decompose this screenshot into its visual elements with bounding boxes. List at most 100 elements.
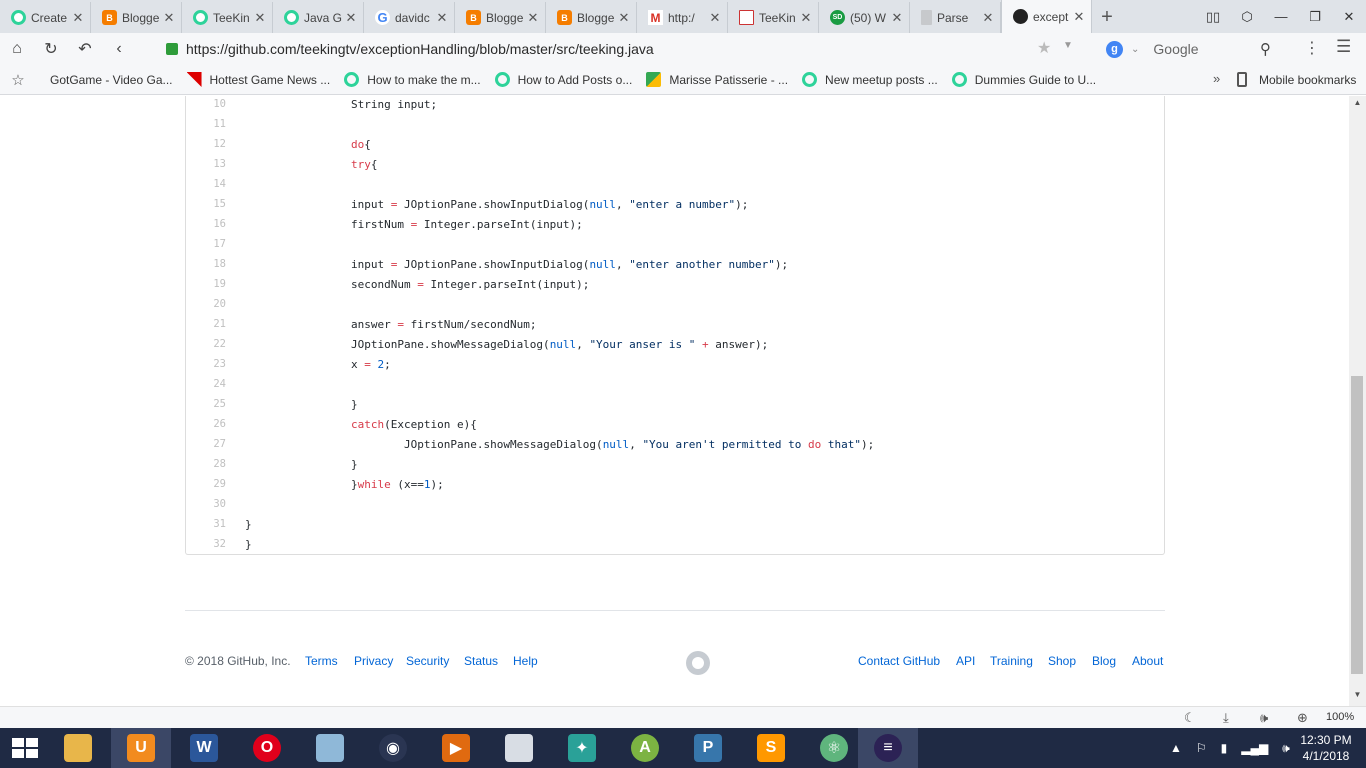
tray-volume-icon[interactable]: 🕪 xyxy=(1282,741,1290,756)
bookmark-item[interactable]: How to Add Posts o... xyxy=(494,72,632,87)
footer-link-status[interactable]: Status xyxy=(464,654,498,668)
bookmark-item[interactable]: Dummies Guide to U... xyxy=(951,72,1096,87)
undo-icon[interactable]: ↶ xyxy=(68,39,102,59)
taskbar-media[interactable]: ◉ xyxy=(363,728,423,768)
close-window-button[interactable]: ✕ xyxy=(1332,9,1366,25)
bookmark-star-icon[interactable]: ★ xyxy=(1037,38,1051,58)
tray-signal-icon[interactable]: ▂▄▆ xyxy=(1241,741,1268,755)
footer-link-security[interactable]: Security xyxy=(406,654,449,668)
close-tab-icon[interactable]: ✕ xyxy=(254,10,266,26)
browser-tab[interactable]: TeeKin ✕ xyxy=(182,2,273,33)
taskbar-app[interactable] xyxy=(300,728,360,768)
download-icon[interactable]: ⤓ xyxy=(1223,710,1229,726)
split-view-icon[interactable]: ▯▯ xyxy=(1196,9,1230,25)
line-number[interactable]: 10 xyxy=(186,98,226,110)
line-number[interactable]: 15 xyxy=(186,198,226,210)
line-number[interactable]: 11 xyxy=(186,118,226,130)
footer-link-blog[interactable]: Blog xyxy=(1092,654,1116,668)
line-number[interactable]: 26 xyxy=(186,418,226,430)
search-box[interactable]: g ⌄ Google ⚲ xyxy=(1098,37,1286,61)
google-icon[interactable]: g xyxy=(1106,40,1123,58)
bookmark-item[interactable]: How to make the m... xyxy=(344,72,481,87)
taskbar-eclipse[interactable]: ≡ xyxy=(858,728,918,768)
close-tab-icon[interactable]: ✕ xyxy=(618,10,630,26)
bookmark-item[interactable]: New meetup posts ... xyxy=(802,72,938,87)
reload-icon[interactable]: ↻ xyxy=(34,39,68,59)
line-number[interactable]: 22 xyxy=(186,338,226,350)
taskbar-video-player[interactable]: ▶ xyxy=(426,728,486,768)
line-number[interactable]: 14 xyxy=(186,178,226,190)
taskbar-opera[interactable]: O xyxy=(237,728,297,768)
browser-tab[interactable]: SD (50) W ✕ xyxy=(819,2,910,33)
close-tab-icon[interactable]: ✕ xyxy=(891,10,903,26)
close-tab-icon[interactable]: ✕ xyxy=(527,10,539,26)
line-number[interactable]: 30 xyxy=(186,498,226,510)
taskbar-uc-browser[interactable]: U xyxy=(111,728,171,768)
bookmark-item[interactable]: Marisse Patisserie - ... xyxy=(646,72,788,87)
browser-tab[interactable]: Gdavidc ✕ xyxy=(364,2,455,33)
url-text[interactable]: https://github.com/teekingtv/exceptionHa… xyxy=(186,41,654,57)
line-number[interactable]: 19 xyxy=(186,278,226,290)
line-number[interactable]: 18 xyxy=(186,258,226,270)
browser-tab[interactable]: B Blogge ✕ xyxy=(546,2,637,33)
footer-link-api[interactable]: API xyxy=(956,654,975,668)
maximize-button[interactable]: ❐ xyxy=(1298,9,1332,25)
minimize-button[interactable]: — xyxy=(1264,9,1298,24)
tray-network-icon[interactable]: ⚐ xyxy=(1196,741,1207,755)
zoom-level[interactable]: 100% xyxy=(1326,711,1354,723)
extensions-icon[interactable]: ⬡ xyxy=(1230,9,1264,25)
more-icon[interactable]: ⋮ xyxy=(1304,38,1320,58)
zoom-icon[interactable]: ⊕ xyxy=(1297,710,1308,726)
line-number[interactable]: 12 xyxy=(186,138,226,150)
footer-link-contact[interactable]: Contact GitHub xyxy=(858,654,940,668)
footer-link-shop[interactable]: Shop xyxy=(1048,654,1076,668)
scroll-down-arrow-icon[interactable]: ▼ xyxy=(1349,690,1366,699)
taskbar-window[interactable] xyxy=(489,728,549,768)
line-number[interactable]: 28 xyxy=(186,458,226,470)
more-bookmarks-button[interactable]: » xyxy=(1213,71,1220,86)
footer-link-help[interactable]: Help xyxy=(513,654,538,668)
chevron-down-icon[interactable]: ▼ xyxy=(1063,40,1073,51)
tray-battery-icon[interactable]: ▮ xyxy=(1221,741,1228,755)
close-tab-icon[interactable]: ✕ xyxy=(709,10,721,26)
github-logo-icon[interactable] xyxy=(686,651,710,675)
close-tab-icon[interactable]: ✕ xyxy=(800,10,812,26)
browser-tab[interactable]: B Blogge ✕ xyxy=(455,2,546,33)
line-number[interactable]: 17 xyxy=(186,238,226,250)
line-number[interactable]: 29 xyxy=(186,478,226,490)
taskbar-file-explorer[interactable] xyxy=(48,728,108,768)
address-bar[interactable]: https://github.com/teekingtv/exceptionHa… xyxy=(166,37,1086,61)
menu-icon[interactable]: ☰ xyxy=(1336,37,1351,57)
taskbar-word[interactable]: W xyxy=(174,728,234,768)
home-icon[interactable]: ⌂ xyxy=(0,40,34,58)
mobile-bookmarks[interactable]: Mobile bookmarks xyxy=(1237,72,1356,87)
close-tab-icon[interactable]: ✕ xyxy=(345,10,357,26)
new-tab-button[interactable]: + xyxy=(1092,2,1122,33)
line-number[interactable]: 27 xyxy=(186,438,226,450)
browser-tab[interactable]: Mhttp:/ ✕ xyxy=(637,2,728,33)
browser-tab[interactable]: TeeKin ✕ xyxy=(728,2,819,33)
close-tab-icon[interactable]: ✕ xyxy=(163,10,175,26)
browser-tab[interactable]: Java G ✕ xyxy=(273,2,364,33)
taskbar-clock[interactable]: 12:30 PM 4/1/2018 xyxy=(1296,732,1356,764)
vertical-scrollbar[interactable]: ▲ ▼ xyxy=(1349,96,1366,706)
line-number[interactable]: 16 xyxy=(186,218,226,230)
volume-icon[interactable]: 🕪 xyxy=(1260,710,1268,726)
taskbar-atom[interactable]: ⚛ xyxy=(804,728,864,768)
taskbar-sublime[interactable]: S xyxy=(741,728,801,768)
footer-link-about[interactable]: About xyxy=(1132,654,1163,668)
taskbar-python[interactable]: P xyxy=(678,728,738,768)
windows-start-icon[interactable] xyxy=(12,738,38,758)
footer-link-privacy[interactable]: Privacy xyxy=(354,654,393,668)
browser-tab[interactable]: except ✕ xyxy=(1001,0,1092,33)
bookmark-item[interactable]: GotGame - Video Ga... xyxy=(50,73,173,87)
browser-tab[interactable]: Create ✕ xyxy=(0,2,91,33)
footer-link-training[interactable]: Training xyxy=(990,654,1033,668)
back-icon[interactable]: ‹ xyxy=(102,40,136,58)
close-tab-icon[interactable]: ✕ xyxy=(982,10,994,26)
taskbar-game[interactable]: ✦ xyxy=(552,728,612,768)
browser-tab[interactable]: Parse ✕ xyxy=(910,2,1001,33)
bookmark-item[interactable]: Hottest Game News ... xyxy=(186,72,330,87)
tray-up-arrow-icon[interactable]: ▲ xyxy=(1170,741,1182,755)
close-tab-icon[interactable]: ✕ xyxy=(72,10,84,26)
